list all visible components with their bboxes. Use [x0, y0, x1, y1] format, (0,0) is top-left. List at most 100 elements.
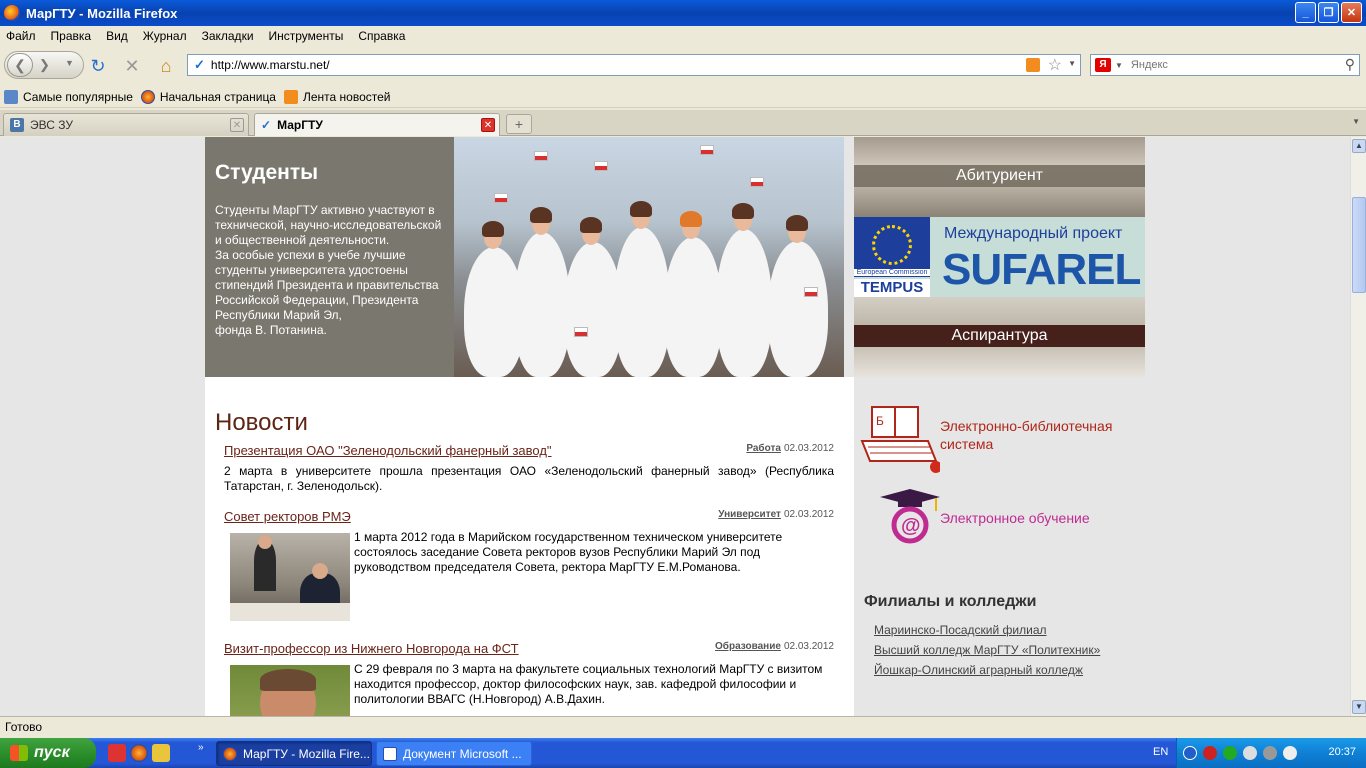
firefox-icon [140, 89, 155, 104]
news-column: Новости Презентация ОАО "Зеленодольский … [205, 377, 854, 716]
news-meta: Университет 02.03.2012 [718, 509, 834, 520]
tab-close-icon[interactable]: ✕ [481, 118, 495, 132]
stop-icon[interactable]: ✕ [122, 56, 142, 76]
news-headline-link[interactable]: Презентация ОАО "Зеленодольский фанерный… [224, 443, 834, 458]
bookmarks-toolbar: Самые популярные Начальная страница Лент… [0, 86, 1366, 108]
new-tab-button[interactable]: + [506, 114, 532, 134]
tray-app-icon[interactable] [1203, 746, 1217, 760]
news-body: 1 марта 2012 года в Марийском государств… [354, 530, 783, 574]
banner-postgraduate-label: Аспирантура [854, 325, 1145, 347]
banner-sufarel[interactable]: European Commission TEMPUS Международный… [854, 217, 1145, 297]
word-document-icon [383, 746, 397, 761]
tab-close-icon[interactable]: ✕ [230, 118, 244, 132]
volume-icon[interactable] [1283, 746, 1297, 760]
news-body: 2 марта в университете прошла презентаци… [224, 464, 834, 493]
page-viewport: Студенты Студенты МарГТУ активно участву… [0, 137, 1350, 716]
folder-icon [4, 89, 18, 104]
back-forward-group: ❮ ❯ ▼ [4, 51, 84, 79]
branch-link[interactable]: Мариинско-Посадский филиал [874, 623, 1047, 637]
svg-text:@: @ [901, 515, 921, 537]
elearning-at-icon[interactable]: @ [874, 489, 944, 545]
students-photo[interactable] [454, 137, 844, 377]
bookmark-news-feed[interactable]: Лента новостей [283, 89, 390, 104]
news-item: Визит-профессор из Нижнего Новгорода на … [224, 641, 834, 716]
news-category-link[interactable]: Образование [715, 641, 781, 652]
tray-app-icon[interactable] [1263, 746, 1277, 760]
news-thumbnail[interactable] [230, 533, 350, 621]
taskbar-word-window[interactable]: Документ Microsoft ... [376, 741, 532, 766]
history-dropdown-icon[interactable]: ▼ [65, 58, 74, 68]
vertical-scrollbar[interactable]: ▲ ▼ [1350, 137, 1366, 716]
branch-link[interactable]: Высший колледж МарГТУ «Политехник» [874, 643, 1100, 657]
news-date: 02.03.2012 [783, 641, 834, 652]
bookmark-star-icon[interactable]: ☆ [1048, 55, 1062, 75]
url-bar[interactable]: ✓ http://www.marstu.net/ ☆ ▼ [187, 54, 1081, 76]
window-title: МарГТУ - Mozilla Firefox [26, 5, 178, 21]
start-button[interactable]: пуск [0, 738, 96, 768]
search-bar[interactable]: Я ▼ ⚲ [1090, 54, 1360, 76]
sufarel-label: SUFAREL [942, 245, 1141, 294]
hero-title: Студенты [215, 161, 319, 184]
branch-link[interactable]: Йошкар-Олинский аграрный колледж [874, 663, 1083, 677]
language-indicator[interactable]: EN [1153, 746, 1168, 758]
menu-tools[interactable]: Инструменты [269, 29, 344, 43]
firefox-quicklaunch-icon[interactable] [130, 744, 148, 762]
menu-file[interactable]: Файл [6, 29, 36, 43]
tab-label: ЭВС ЗУ [30, 118, 73, 132]
forward-icon[interactable]: ❯ [39, 57, 50, 73]
close-button[interactable]: ✕ [1341, 2, 1362, 23]
taskbar-firefox-window[interactable]: МарГТУ - Mozilla Fire... [216, 741, 372, 766]
bookmark-most-visited[interactable]: Самые популярные [4, 89, 133, 104]
news-category-link[interactable]: Работа [746, 443, 781, 454]
library-keyboard-icon[interactable]: Б [858, 405, 940, 475]
bookmark-start-page[interactable]: Начальная страница [140, 89, 276, 104]
minimize-button[interactable]: _ [1295, 2, 1316, 23]
banner-postgraduate[interactable]: Аспирантура [854, 297, 1145, 377]
menu-edit[interactable]: Правка [51, 29, 92, 43]
quicklaunch-icon[interactable] [108, 744, 126, 762]
url-dropdown-icon[interactable]: ▼ [1068, 59, 1076, 68]
maximize-button[interactable]: ❐ [1318, 2, 1339, 23]
menu-history[interactable]: Журнал [143, 29, 187, 43]
site-favicon-icon: ✓ [261, 118, 272, 132]
news-category-link[interactable]: Университет [718, 509, 781, 520]
news-item: Совет ректоров РМЭ Университет 02.03.2012… [224, 509, 834, 621]
scroll-up-icon[interactable]: ▲ [1352, 139, 1366, 153]
reload-icon[interactable]: ↻ [88, 56, 108, 76]
quicklaunch-icon[interactable] [152, 744, 170, 762]
rss-icon[interactable] [1026, 58, 1040, 72]
menu-help[interactable]: Справка [358, 29, 405, 43]
window-titlebar: МарГТУ - Mozilla Firefox _ ❐ ✕ [0, 0, 1366, 26]
quicklaunch-more-icon[interactable]: » [198, 742, 204, 753]
tab-evs[interactable]: В ЭВС ЗУ ✕ [3, 113, 249, 136]
system-tray: EN 20:37 [1153, 738, 1366, 768]
branches-heading: Филиалы и колледжи [864, 593, 1037, 610]
bookmark-label: Самые популярные [23, 89, 133, 104]
scroll-thumb[interactable] [1352, 197, 1366, 293]
eu-flag-icon [854, 217, 930, 277]
tab-margtu[interactable]: ✓ МарГТУ ✕ [254, 113, 500, 136]
news-thumbnail[interactable] [230, 665, 350, 716]
banner-applicant[interactable]: Абитуриент [854, 137, 1145, 217]
news-heading: Новости [215, 409, 308, 436]
tray-collapse-icon[interactable] [1183, 746, 1197, 760]
news-date: 02.03.2012 [783, 443, 834, 454]
navigation-toolbar: ❮ ❯ ▼ ↻ ✕ ⌂ ✓ http://www.marstu.net/ ☆ ▼… [0, 46, 1366, 84]
back-icon[interactable]: ❮ [7, 53, 33, 77]
menu-bookmarks[interactable]: Закладки [202, 29, 254, 43]
tray-app-icon[interactable] [1223, 746, 1237, 760]
tray-app-icon[interactable] [1243, 746, 1257, 760]
scroll-down-icon[interactable]: ▼ [1352, 700, 1366, 714]
url-text[interactable]: http://www.marstu.net/ [211, 58, 330, 72]
taskbar-window-label: Документ Microsoft ... [403, 746, 522, 761]
tab-list-icon[interactable]: ▼ [1352, 117, 1360, 126]
search-input[interactable] [1130, 59, 1331, 71]
news-item: Презентация ОАО "Зеленодольский фанерный… [224, 443, 834, 494]
engine-dropdown-icon[interactable]: ▼ [1115, 61, 1123, 70]
menu-view[interactable]: Вид [106, 29, 128, 43]
search-icon[interactable]: ⚲ [1345, 56, 1355, 73]
yandex-icon[interactable]: Я [1095, 58, 1111, 72]
elearning-link[interactable]: Электронное обучение [940, 510, 1090, 526]
library-link[interactable]: Электронно-библиотечная система [940, 417, 1112, 453]
home-icon[interactable]: ⌂ [156, 56, 176, 76]
